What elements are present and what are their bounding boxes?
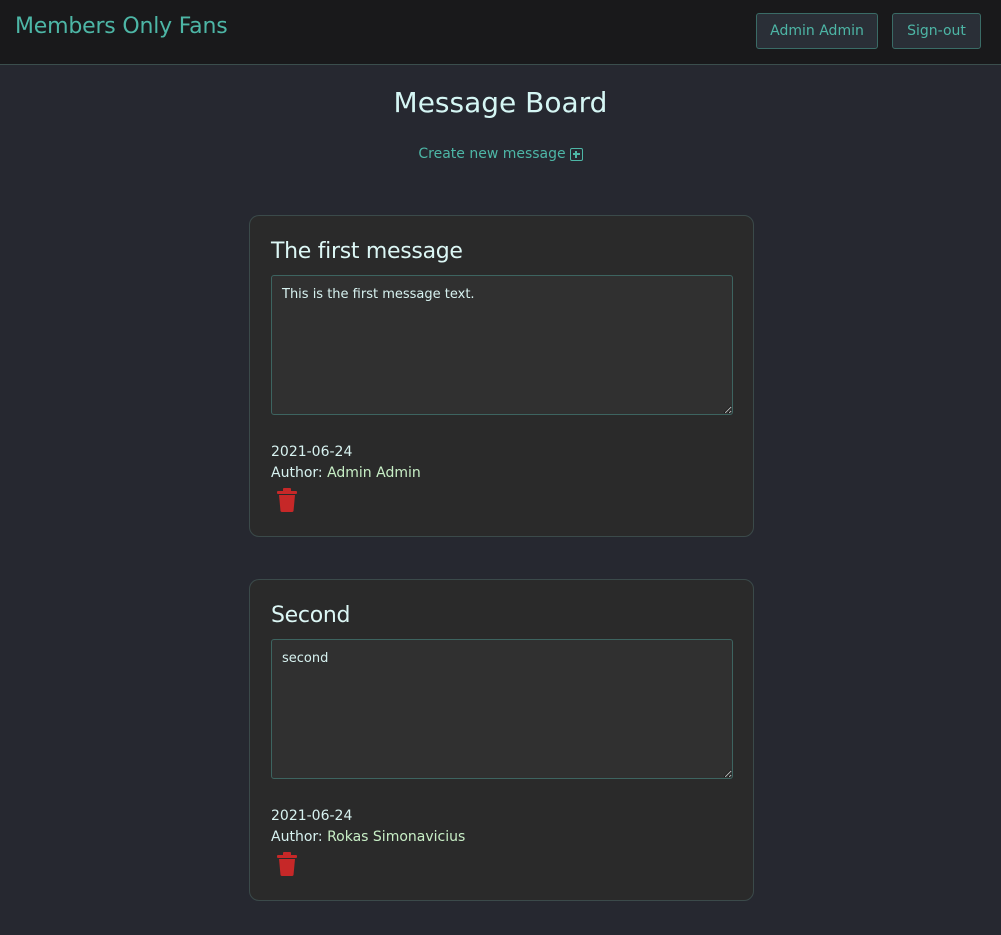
- message-card: Second 2021-06-24 Author: Rokas Simonavi…: [249, 579, 754, 901]
- brand-logo[interactable]: Members Only Fans: [15, 14, 228, 39]
- author-name: Admin Admin: [327, 465, 421, 481]
- author-label: Author:: [271, 829, 323, 845]
- page-title: Message Board: [393, 86, 608, 119]
- message-title: The first message: [271, 239, 463, 264]
- message-body[interactable]: [271, 639, 733, 779]
- navbar: Members Only Fans Admin Admin Sign-out: [0, 0, 1001, 65]
- author-name: Rokas Simonavicius: [327, 829, 466, 845]
- trash-icon[interactable]: [277, 852, 297, 876]
- sign-out-button[interactable]: Sign-out: [892, 13, 981, 49]
- message-card: The first message 2021-06-24 Author: Adm…: [249, 215, 754, 537]
- create-message-label: Create new message: [418, 146, 566, 162]
- trash-icon[interactable]: [277, 488, 297, 512]
- plus-square-icon: [569, 147, 583, 161]
- user-profile-button[interactable]: Admin Admin: [756, 13, 878, 49]
- message-title: Second: [271, 603, 351, 628]
- message-date: 2021-06-24: [271, 444, 353, 460]
- message-body[interactable]: [271, 275, 733, 415]
- create-message-link[interactable]: Create new message: [0, 146, 1001, 162]
- message-author: Author: Admin Admin: [271, 465, 421, 481]
- message-date: 2021-06-24: [271, 808, 353, 824]
- author-label: Author:: [271, 465, 323, 481]
- message-author: Author: Rokas Simonavicius: [271, 829, 465, 845]
